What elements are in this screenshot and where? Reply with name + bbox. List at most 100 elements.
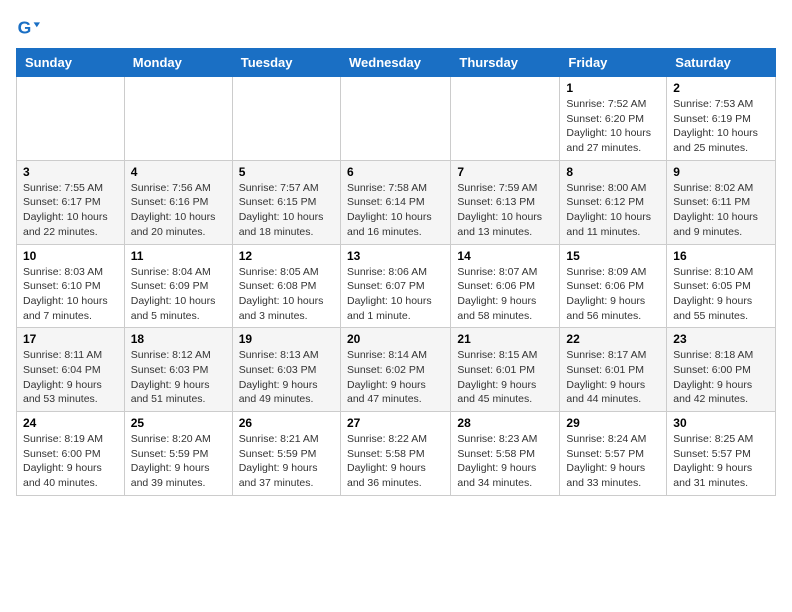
logo: G <box>16 16 44 40</box>
day-info: Sunrise: 8:04 AM Sunset: 6:09 PM Dayligh… <box>131 265 226 324</box>
day-number: 1 <box>566 81 660 95</box>
day-info: Sunrise: 8:24 AM Sunset: 5:57 PM Dayligh… <box>566 432 660 491</box>
day-number: 18 <box>131 332 226 346</box>
calendar-cell: 1 Sunrise: 7:52 AM Sunset: 6:20 PM Daylig… <box>560 77 667 161</box>
day-info: Sunrise: 8:06 AM Sunset: 6:07 PM Dayligh… <box>347 265 444 324</box>
day-number: 14 <box>457 249 553 263</box>
day-number: 29 <box>566 416 660 430</box>
day-info: Sunrise: 7:52 AM Sunset: 6:20 PM Dayligh… <box>566 97 660 156</box>
day-header-wednesday: Wednesday <box>340 49 450 77</box>
logo-icon: G <box>16 16 40 40</box>
calendar-cell: 26Sunrise: 8:21 AM Sunset: 5:59 PM Dayli… <box>232 412 340 496</box>
day-number: 13 <box>347 249 444 263</box>
calendar-week-4: 17Sunrise: 8:11 AM Sunset: 6:04 PM Dayli… <box>17 328 776 412</box>
day-info: Sunrise: 8:21 AM Sunset: 5:59 PM Dayligh… <box>239 432 334 491</box>
day-info: Sunrise: 8:19 AM Sunset: 6:00 PM Dayligh… <box>23 432 118 491</box>
calendar-body: 1 Sunrise: 7:52 AM Sunset: 6:20 PM Daylig… <box>17 77 776 496</box>
day-number: 15 <box>566 249 660 263</box>
calendar-cell: 16 Sunrise: 8:10 AM Sunset: 6:05 PM Dayli… <box>667 244 776 328</box>
calendar-cell: 23Sunrise: 8:18 AM Sunset: 6:00 PM Dayli… <box>667 328 776 412</box>
calendar-week-1: 1 Sunrise: 7:52 AM Sunset: 6:20 PM Daylig… <box>17 77 776 161</box>
day-info: Sunrise: 7:59 AM Sunset: 6:13 PM Dayligh… <box>457 181 553 240</box>
day-number: 12 <box>239 249 334 263</box>
day-number: 21 <box>457 332 553 346</box>
day-info: Sunrise: 8:00 AM Sunset: 6:12 PM Dayligh… <box>566 181 660 240</box>
day-info: Sunrise: 7:53 AM Sunset: 6:19 PM Dayligh… <box>673 97 769 156</box>
day-number: 2 <box>673 81 769 95</box>
calendar-cell <box>340 77 450 161</box>
day-header-monday: Monday <box>124 49 232 77</box>
calendar-cell: 4 Sunrise: 7:56 AM Sunset: 6:16 PM Daylig… <box>124 160 232 244</box>
day-number: 20 <box>347 332 444 346</box>
calendar-cell: 30 Sunrise: 8:25 AM Sunset: 5:57 PM Dayli… <box>667 412 776 496</box>
calendar-cell: 17Sunrise: 8:11 AM Sunset: 6:04 PM Dayli… <box>17 328 125 412</box>
day-info: Sunrise: 8:18 AM Sunset: 6:00 PM Dayligh… <box>673 348 769 407</box>
calendar-cell: 8Sunrise: 8:00 AM Sunset: 6:12 PM Daylig… <box>560 160 667 244</box>
day-info: Sunrise: 8:10 AM Sunset: 6:05 PM Dayligh… <box>673 265 769 324</box>
calendar-cell: 28Sunrise: 8:23 AM Sunset: 5:58 PM Dayli… <box>451 412 560 496</box>
calendar-cell: 27Sunrise: 8:22 AM Sunset: 5:58 PM Dayli… <box>340 412 450 496</box>
page-header: G <box>16 16 776 40</box>
calendar-cell: 15Sunrise: 8:09 AM Sunset: 6:06 PM Dayli… <box>560 244 667 328</box>
day-number: 7 <box>457 165 553 179</box>
calendar-cell: 12 Sunrise: 8:05 AM Sunset: 6:08 PM Dayli… <box>232 244 340 328</box>
day-number: 24 <box>23 416 118 430</box>
day-number: 5 <box>239 165 334 179</box>
day-number: 16 <box>673 249 769 263</box>
day-info: Sunrise: 7:58 AM Sunset: 6:14 PM Dayligh… <box>347 181 444 240</box>
calendar-cell <box>124 77 232 161</box>
day-header-sunday: Sunday <box>17 49 125 77</box>
day-info: Sunrise: 8:20 AM Sunset: 5:59 PM Dayligh… <box>131 432 226 491</box>
calendar-cell: 6 Sunrise: 7:58 AM Sunset: 6:14 PM Daylig… <box>340 160 450 244</box>
calendar-cell: 19Sunrise: 8:13 AM Sunset: 6:03 PM Dayli… <box>232 328 340 412</box>
day-info: Sunrise: 8:15 AM Sunset: 6:01 PM Dayligh… <box>457 348 553 407</box>
day-info: Sunrise: 8:17 AM Sunset: 6:01 PM Dayligh… <box>566 348 660 407</box>
calendar-cell: 25Sunrise: 8:20 AM Sunset: 5:59 PM Dayli… <box>124 412 232 496</box>
calendar-cell: 2 Sunrise: 7:53 AM Sunset: 6:19 PM Daylig… <box>667 77 776 161</box>
calendar-cell: 21 Sunrise: 8:15 AM Sunset: 6:01 PM Dayli… <box>451 328 560 412</box>
calendar-cell <box>17 77 125 161</box>
calendar-cell <box>232 77 340 161</box>
calendar-cell: 29 Sunrise: 8:24 AM Sunset: 5:57 PM Dayli… <box>560 412 667 496</box>
day-info: Sunrise: 8:11 AM Sunset: 6:04 PM Dayligh… <box>23 348 118 407</box>
calendar-cell: 7 Sunrise: 7:59 AM Sunset: 6:13 PM Daylig… <box>451 160 560 244</box>
day-header-tuesday: Tuesday <box>232 49 340 77</box>
day-number: 10 <box>23 249 118 263</box>
day-header-friday: Friday <box>560 49 667 77</box>
calendar-cell: 9Sunrise: 8:02 AM Sunset: 6:11 PM Daylig… <box>667 160 776 244</box>
calendar-table: SundayMondayTuesdayWednesdayThursdayFrid… <box>16 48 776 496</box>
calendar-cell: 10 Sunrise: 8:03 AM Sunset: 6:10 PM Dayli… <box>17 244 125 328</box>
day-info: Sunrise: 7:56 AM Sunset: 6:16 PM Dayligh… <box>131 181 226 240</box>
day-number: 19 <box>239 332 334 346</box>
day-info: Sunrise: 8:07 AM Sunset: 6:06 PM Dayligh… <box>457 265 553 324</box>
calendar-cell: 3 Sunrise: 7:55 AM Sunset: 6:17 PM Daylig… <box>17 160 125 244</box>
calendar-cell: 11 Sunrise: 8:04 AM Sunset: 6:09 PM Dayli… <box>124 244 232 328</box>
day-info: Sunrise: 8:02 AM Sunset: 6:11 PM Dayligh… <box>673 181 769 240</box>
calendar-cell: 24 Sunrise: 8:19 AM Sunset: 6:00 PM Dayli… <box>17 412 125 496</box>
day-header-thursday: Thursday <box>451 49 560 77</box>
day-info: Sunrise: 8:12 AM Sunset: 6:03 PM Dayligh… <box>131 348 226 407</box>
day-number: 28 <box>457 416 553 430</box>
day-number: 4 <box>131 165 226 179</box>
day-info: Sunrise: 8:03 AM Sunset: 6:10 PM Dayligh… <box>23 265 118 324</box>
day-number: 11 <box>131 249 226 263</box>
day-number: 3 <box>23 165 118 179</box>
day-number: 30 <box>673 416 769 430</box>
day-info: Sunrise: 8:14 AM Sunset: 6:02 PM Dayligh… <box>347 348 444 407</box>
calendar-cell: 20 Sunrise: 8:14 AM Sunset: 6:02 PM Dayli… <box>340 328 450 412</box>
calendar-week-2: 3 Sunrise: 7:55 AM Sunset: 6:17 PM Daylig… <box>17 160 776 244</box>
calendar-cell: 13 Sunrise: 8:06 AM Sunset: 6:07 PM Dayli… <box>340 244 450 328</box>
day-info: Sunrise: 8:05 AM Sunset: 6:08 PM Dayligh… <box>239 265 334 324</box>
day-info: Sunrise: 8:25 AM Sunset: 5:57 PM Dayligh… <box>673 432 769 491</box>
day-info: Sunrise: 7:57 AM Sunset: 6:15 PM Dayligh… <box>239 181 334 240</box>
calendar-cell: 22 Sunrise: 8:17 AM Sunset: 6:01 PM Dayli… <box>560 328 667 412</box>
day-info: Sunrise: 7:55 AM Sunset: 6:17 PM Dayligh… <box>23 181 118 240</box>
svg-text:G: G <box>18 18 32 38</box>
calendar-header: SundayMondayTuesdayWednesdayThursdayFrid… <box>17 49 776 77</box>
day-number: 22 <box>566 332 660 346</box>
day-info: Sunrise: 8:22 AM Sunset: 5:58 PM Dayligh… <box>347 432 444 491</box>
header-row: SundayMondayTuesdayWednesdayThursdayFrid… <box>17 49 776 77</box>
calendar-week-5: 24 Sunrise: 8:19 AM Sunset: 6:00 PM Dayli… <box>17 412 776 496</box>
day-number: 6 <box>347 165 444 179</box>
calendar-cell: 5 Sunrise: 7:57 AM Sunset: 6:15 PM Daylig… <box>232 160 340 244</box>
